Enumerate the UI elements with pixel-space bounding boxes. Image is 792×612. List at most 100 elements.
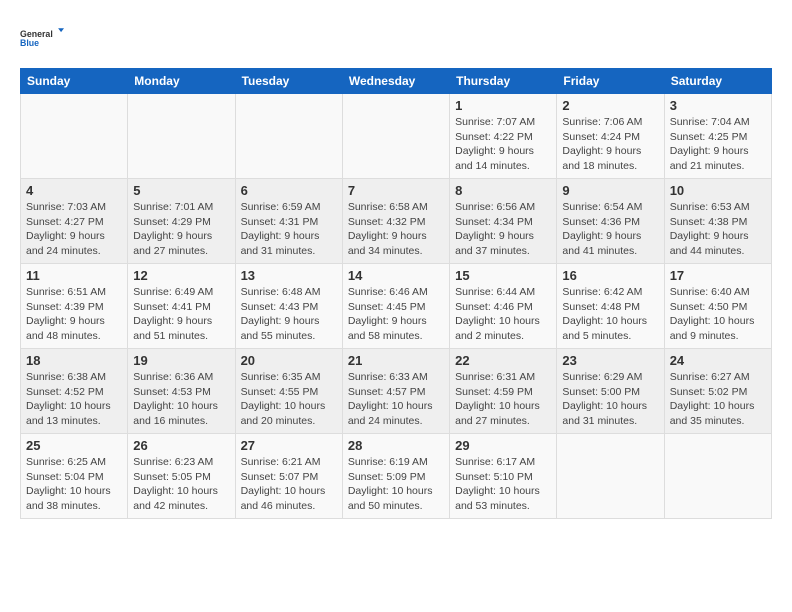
day-cell: 10 Sunrise: 6:53 AMSunset: 4:38 PMDayligh…: [664, 179, 771, 264]
day-info: Sunrise: 6:51 AMSunset: 4:39 PMDaylight:…: [26, 285, 122, 344]
day-info: Sunrise: 6:48 AMSunset: 4:43 PMDaylight:…: [241, 285, 337, 344]
day-number: 11: [26, 268, 122, 283]
day-info: Sunrise: 6:54 AMSunset: 4:36 PMDaylight:…: [562, 200, 658, 259]
day-info: Sunrise: 6:56 AMSunset: 4:34 PMDaylight:…: [455, 200, 551, 259]
day-info: Sunrise: 6:42 AMSunset: 4:48 PMDaylight:…: [562, 285, 658, 344]
day-cell: 23 Sunrise: 6:29 AMSunset: 5:00 PMDayligh…: [557, 349, 664, 434]
day-info: Sunrise: 7:07 AMSunset: 4:22 PMDaylight:…: [455, 115, 551, 174]
day-info: Sunrise: 7:03 AMSunset: 4:27 PMDaylight:…: [26, 200, 122, 259]
day-cell: 8 Sunrise: 6:56 AMSunset: 4:34 PMDaylight…: [450, 179, 557, 264]
day-cell: 28 Sunrise: 6:19 AMSunset: 5:09 PMDayligh…: [342, 434, 449, 519]
day-number: 8: [455, 183, 551, 198]
day-info: Sunrise: 6:31 AMSunset: 4:59 PMDaylight:…: [455, 370, 551, 429]
day-cell: 9 Sunrise: 6:54 AMSunset: 4:36 PMDaylight…: [557, 179, 664, 264]
day-number: 17: [670, 268, 766, 283]
day-number: 22: [455, 353, 551, 368]
day-number: 7: [348, 183, 444, 198]
day-number: 19: [133, 353, 229, 368]
day-cell: 13 Sunrise: 6:48 AMSunset: 4:43 PMDayligh…: [235, 264, 342, 349]
day-info: Sunrise: 6:23 AMSunset: 5:05 PMDaylight:…: [133, 455, 229, 514]
column-header-monday: Monday: [128, 69, 235, 94]
day-info: Sunrise: 7:06 AMSunset: 4:24 PMDaylight:…: [562, 115, 658, 174]
day-info: Sunrise: 6:46 AMSunset: 4:45 PMDaylight:…: [348, 285, 444, 344]
day-cell: [664, 434, 771, 519]
column-header-wednesday: Wednesday: [342, 69, 449, 94]
day-info: Sunrise: 6:27 AMSunset: 5:02 PMDaylight:…: [670, 370, 766, 429]
column-header-sunday: Sunday: [21, 69, 128, 94]
day-info: Sunrise: 6:33 AMSunset: 4:57 PMDaylight:…: [348, 370, 444, 429]
day-number: 27: [241, 438, 337, 453]
day-info: Sunrise: 6:29 AMSunset: 5:00 PMDaylight:…: [562, 370, 658, 429]
column-header-tuesday: Tuesday: [235, 69, 342, 94]
day-number: 3: [670, 98, 766, 113]
day-number: 18: [26, 353, 122, 368]
day-info: Sunrise: 6:53 AMSunset: 4:38 PMDaylight:…: [670, 200, 766, 259]
day-cell: 26 Sunrise: 6:23 AMSunset: 5:05 PMDayligh…: [128, 434, 235, 519]
day-cell: 27 Sunrise: 6:21 AMSunset: 5:07 PMDayligh…: [235, 434, 342, 519]
week-row-2: 4 Sunrise: 7:03 AMSunset: 4:27 PMDaylight…: [21, 179, 772, 264]
day-cell: 24 Sunrise: 6:27 AMSunset: 5:02 PMDayligh…: [664, 349, 771, 434]
day-number: 13: [241, 268, 337, 283]
day-info: Sunrise: 6:44 AMSunset: 4:46 PMDaylight:…: [455, 285, 551, 344]
week-row-4: 18Sunrise: 6:38 AMSunset: 4:52 PMDayligh…: [21, 349, 772, 434]
day-number: 25: [26, 438, 122, 453]
day-cell: 3 Sunrise: 7:04 AMSunset: 4:25 PMDaylight…: [664, 94, 771, 179]
day-info: Sunrise: 6:19 AMSunset: 5:09 PMDaylight:…: [348, 455, 444, 514]
day-cell: 11 Sunrise: 6:51 AMSunset: 4:39 PMDayligh…: [21, 264, 128, 349]
day-cell: [128, 94, 235, 179]
day-info: Sunrise: 6:35 AMSunset: 4:55 PMDaylight:…: [241, 370, 337, 429]
day-info: Sunrise: 6:17 AMSunset: 5:10 PMDaylight:…: [455, 455, 551, 514]
day-cell: 16 Sunrise: 6:42 AMSunset: 4:48 PMDayligh…: [557, 264, 664, 349]
day-cell: 12 Sunrise: 6:49 AMSunset: 4:41 PMDayligh…: [128, 264, 235, 349]
day-number: 26: [133, 438, 229, 453]
day-cell: 22 Sunrise: 6:31 AMSunset: 4:59 PMDayligh…: [450, 349, 557, 434]
day-info: Sunrise: 6:49 AMSunset: 4:41 PMDaylight:…: [133, 285, 229, 344]
day-number: 29: [455, 438, 551, 453]
day-number: 16: [562, 268, 658, 283]
day-cell: 25 Sunrise: 6:25 AMSunset: 5:04 PMDayligh…: [21, 434, 128, 519]
day-cell: 18Sunrise: 6:38 AMSunset: 4:52 PMDayligh…: [21, 349, 128, 434]
week-row-1: 1 Sunrise: 7:07 AMSunset: 4:22 PMDaylight…: [21, 94, 772, 179]
day-cell: 21Sunrise: 6:33 AMSunset: 4:57 PMDayligh…: [342, 349, 449, 434]
day-number: 23: [562, 353, 658, 368]
day-number: 12: [133, 268, 229, 283]
week-row-3: 11 Sunrise: 6:51 AMSunset: 4:39 PMDayligh…: [21, 264, 772, 349]
logo-svg: General Blue: [20, 16, 64, 60]
svg-text:Blue: Blue: [20, 38, 39, 48]
day-number: 20: [241, 353, 337, 368]
day-number: 15: [455, 268, 551, 283]
day-info: Sunrise: 7:01 AMSunset: 4:29 PMDaylight:…: [133, 200, 229, 259]
day-cell: 6Sunrise: 6:59 AMSunset: 4:31 PMDaylight…: [235, 179, 342, 264]
day-cell: 29 Sunrise: 6:17 AMSunset: 5:10 PMDayligh…: [450, 434, 557, 519]
day-cell: 15 Sunrise: 6:44 AMSunset: 4:46 PMDayligh…: [450, 264, 557, 349]
logo: General Blue: [20, 16, 64, 60]
day-cell: 19Sunrise: 6:36 AMSunset: 4:53 PMDayligh…: [128, 349, 235, 434]
day-cell: 7Sunrise: 6:58 AMSunset: 4:32 PMDaylight…: [342, 179, 449, 264]
day-cell: [342, 94, 449, 179]
day-number: 4: [26, 183, 122, 198]
day-cell: 5 Sunrise: 7:01 AMSunset: 4:29 PMDaylight…: [128, 179, 235, 264]
day-cell: [21, 94, 128, 179]
calendar-header-row: SundayMondayTuesdayWednesdayThursdayFrid…: [21, 69, 772, 94]
day-number: 5: [133, 183, 229, 198]
day-info: Sunrise: 6:21 AMSunset: 5:07 PMDaylight:…: [241, 455, 337, 514]
day-info: Sunrise: 6:25 AMSunset: 5:04 PMDaylight:…: [26, 455, 122, 514]
day-number: 24: [670, 353, 766, 368]
page-header: General Blue: [20, 16, 772, 60]
day-info: Sunrise: 6:40 AMSunset: 4:50 PMDaylight:…: [670, 285, 766, 344]
week-row-5: 25 Sunrise: 6:25 AMSunset: 5:04 PMDayligh…: [21, 434, 772, 519]
column-header-thursday: Thursday: [450, 69, 557, 94]
day-cell: 4 Sunrise: 7:03 AMSunset: 4:27 PMDaylight…: [21, 179, 128, 264]
day-number: 1: [455, 98, 551, 113]
day-cell: 2Sunrise: 7:06 AMSunset: 4:24 PMDaylight…: [557, 94, 664, 179]
day-cell: 17 Sunrise: 6:40 AMSunset: 4:50 PMDayligh…: [664, 264, 771, 349]
day-info: Sunrise: 6:59 AMSunset: 4:31 PMDaylight:…: [241, 200, 337, 259]
day-cell: 20 Sunrise: 6:35 AMSunset: 4:55 PMDayligh…: [235, 349, 342, 434]
day-number: 10: [670, 183, 766, 198]
day-info: Sunrise: 7:04 AMSunset: 4:25 PMDaylight:…: [670, 115, 766, 174]
day-number: 28: [348, 438, 444, 453]
day-number: 9: [562, 183, 658, 198]
column-header-saturday: Saturday: [664, 69, 771, 94]
day-number: 14: [348, 268, 444, 283]
day-cell: [235, 94, 342, 179]
